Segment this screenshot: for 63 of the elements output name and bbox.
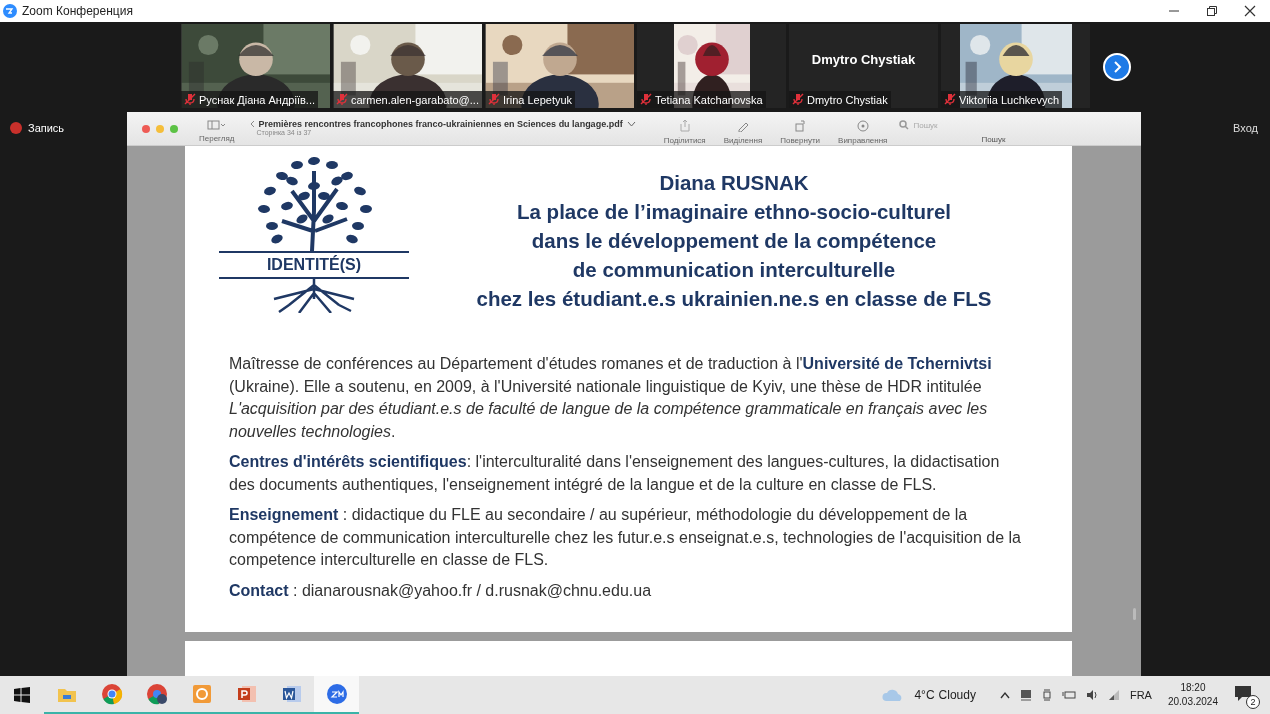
browser-profile-icon[interactable] xyxy=(145,683,168,705)
back-icon[interactable] xyxy=(248,120,255,128)
notification-count: 2 xyxy=(1246,695,1260,709)
language-indicator[interactable]: FRA xyxy=(1129,689,1152,701)
clock-date: 20.03.2024 xyxy=(1167,695,1218,709)
battery-icon[interactable] xyxy=(1061,690,1076,700)
chevron-right-icon[interactable] xyxy=(1111,61,1123,73)
document-title: Premières rencontres francophones franco-ukrainiennes en Sciences du langage.pdf xyxy=(258,119,623,129)
scrollbar[interactable] xyxy=(1133,608,1136,620)
chevron-up-icon[interactable] xyxy=(999,691,1010,699)
sign-in-button[interactable]: Вход xyxy=(1233,122,1258,134)
slide-title: dans le développement de la compétence xyxy=(531,228,937,254)
presentation-app-icon[interactable] xyxy=(190,683,213,705)
participant-name: carmen.alen-garabato@... xyxy=(351,93,479,106)
participant-name: Viktoriia Luchkevych xyxy=(959,93,1060,106)
clock-time: 18:20 xyxy=(1180,681,1206,695)
search-icon[interactable] xyxy=(899,120,910,130)
window-title: Zoom Конференция xyxy=(22,4,134,18)
sidebar-icon[interactable] xyxy=(206,120,227,130)
rotate-icon[interactable] xyxy=(793,119,808,132)
powerpoint-icon[interactable] xyxy=(235,683,258,705)
network-icon[interactable] xyxy=(1107,689,1120,701)
paragraph: Contact : dianarousnak@yahoo.fr / d.rusnak@chnu.edu.ua xyxy=(229,580,653,601)
markup-button[interactable]: Виправлення xyxy=(838,112,888,145)
word-icon[interactable] xyxy=(280,683,303,705)
app-logo-icon xyxy=(3,4,17,18)
slide-title: de communication interculturelle xyxy=(572,257,896,283)
participant-name: Руснак Діана Андріїв... xyxy=(199,93,315,106)
participant-name: Irina Lepetyuk xyxy=(503,93,573,106)
next-page-button[interactable] xyxy=(1103,53,1131,81)
browser-icon[interactable] xyxy=(100,683,123,705)
windows-start-icon[interactable] xyxy=(14,687,30,703)
speaker-icon[interactable] xyxy=(1085,689,1098,701)
paragraph: Enseignement : didactique du FLE au secondaire / au supérieur, méthodologie du développement de la compétence de communication interculturelle chez les futur.e.s enseignat.e.s, technologies de l'acquisition de la competence interculturelle en classe de FLS. xyxy=(229,505,1022,570)
highlight-button[interactable]: Виділення xyxy=(723,112,763,145)
video-app-icon[interactable] xyxy=(325,683,348,705)
markup-icon[interactable] xyxy=(855,119,870,132)
author-name: Diana RUSNAK xyxy=(659,170,809,196)
record-icon xyxy=(10,122,22,134)
video-app-taskbar-button[interactable] xyxy=(314,676,359,714)
chevron-down-icon[interactable] xyxy=(626,121,636,127)
close-window-button[interactable] xyxy=(142,125,150,133)
participant-name: Dmytro Chystiak xyxy=(807,93,888,106)
close-icon[interactable] xyxy=(1244,5,1256,17)
paragraph: Maîtresse de conférences au Département d'études romanes et de traduction à l'Université de Tchernivtsi (Ukraine). Elle a soutenu, en 2009, à l'Université nationale linguistique de Kyiv, une thèse de HDR intitulée L'acquisition par des étudiant.e.s de faculté de langue de la compétence grammaticale en français avec les nouvelles technologies. xyxy=(229,354,993,442)
logo-text: IDENTITÉ(S) xyxy=(266,254,362,275)
search-field[interactable]: Пошук xyxy=(913,120,1064,130)
clock[interactable]: 18:20 20.03.2024 xyxy=(1167,681,1218,709)
device-icon[interactable] xyxy=(1041,689,1052,701)
slide-title: chez les étudiant.e.s ukrainien.ne.s en classe de FLS xyxy=(476,286,992,312)
participant-name: Tetiana Katchanovska xyxy=(655,93,763,106)
weather-temperature: 4°C xyxy=(914,688,935,702)
share-button[interactable]: Поділитися xyxy=(663,112,706,145)
slide-title: La place de l’imaginaire ethno-socio-culturel xyxy=(517,199,951,225)
rotate-button[interactable]: Повернути xyxy=(780,112,821,145)
restore-icon[interactable] xyxy=(1206,5,1218,17)
sidebar-button[interactable]: Перегляд xyxy=(199,112,235,143)
search-label: Пошук xyxy=(981,135,1006,144)
participant-name: Dmytro Chystiak xyxy=(810,52,917,67)
record-button[interactable]: Запись xyxy=(10,122,65,134)
monitor-icon[interactable] xyxy=(1019,689,1032,701)
paragraph: Centres d'intérêts scientifiques: l'interculturalité dans l'enseignement des langues-cultures, la didactisation des documents authentiques, l'enseignement intégré de la langue et de la culture en classe de FLS. xyxy=(229,452,1001,495)
weather-condition: Cloudy xyxy=(938,688,976,702)
